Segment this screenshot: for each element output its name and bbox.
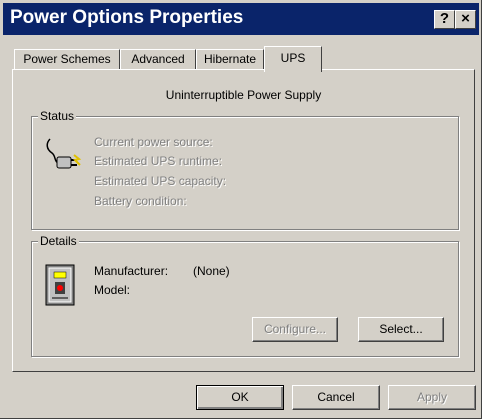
select-button[interactable]: Select... [358, 317, 444, 342]
configure-button[interactable]: Configure... [252, 317, 338, 342]
tab-ups[interactable]: UPS [264, 46, 322, 72]
cancel-button[interactable]: Cancel [292, 385, 380, 410]
status-groupbox: Status Current power source: Estimated U… [31, 109, 459, 230]
ups-tab-panel: Uninterruptible Power Supply Status Curr… [12, 69, 475, 372]
title-bar[interactable]: Power Options Properties ? × [3, 3, 479, 35]
model-label: Model: [94, 283, 131, 297]
tab-hibernate[interactable]: Hibernate [196, 49, 264, 69]
status-group-label: Status [38, 109, 77, 123]
current-power-source-label: Current power source: [94, 135, 213, 149]
ups-device-icon [45, 264, 75, 306]
battery-condition-label: Battery condition: [94, 194, 187, 208]
power-options-dialog: Power Options Properties ? × Power Schem… [0, 0, 482, 419]
ups-heading: Uninterruptible Power Supply [165, 88, 322, 102]
estimated-capacity-label: Estimated UPS capacity: [94, 174, 227, 188]
details-groupbox: Details Manufacturer: (None) Model: Conf… [31, 234, 459, 357]
estimated-runtime-label: Estimated UPS runtime: [94, 154, 223, 168]
manufacturer-label: Manufacturer: [94, 264, 169, 278]
close-button[interactable]: × [455, 10, 476, 29]
ok-button[interactable]: OK [196, 385, 284, 410]
tab-power-schemes[interactable]: Power Schemes [14, 49, 120, 69]
help-button[interactable]: ? [434, 10, 455, 29]
window-title: Power Options Properties [10, 7, 244, 28]
tab-advanced[interactable]: Advanced [120, 49, 196, 69]
details-group-label: Details [38, 234, 79, 248]
power-plug-icon [44, 137, 84, 173]
manufacturer-value: (None) [193, 264, 230, 278]
apply-button[interactable]: Apply [388, 385, 476, 410]
